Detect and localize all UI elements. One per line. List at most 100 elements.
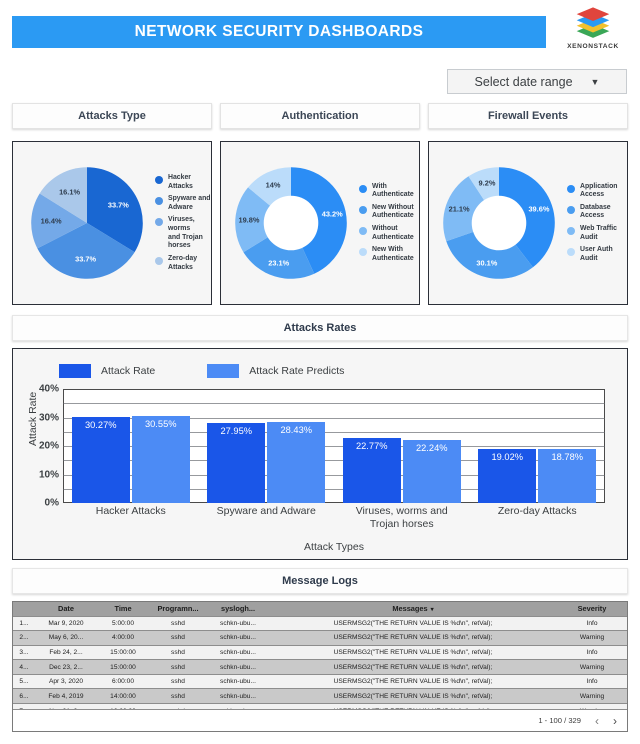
bar[interactable]: 22.77%: [342, 438, 401, 503]
authentication-chart-card: 43.2% 23.1% 19.8% 14% With Authenticate New …: [220, 141, 420, 305]
attacks-rates-section-title: Attacks Rates: [12, 315, 628, 341]
table-cell-sev: Info: [557, 673, 627, 689]
bar-legend-label: Attack Rate: [101, 365, 156, 377]
column-header-index[interactable]: [13, 602, 35, 616]
bar[interactable]: 18.78%: [538, 449, 597, 503]
bar[interactable]: 22.24%: [402, 439, 461, 503]
table-cell-host: schkn-ubu...: [207, 659, 269, 675]
table-cell-host: schkn-ubu...: [207, 630, 269, 646]
bar-value-label: 19.02%: [491, 451, 524, 462]
legend-item[interactable]: With Authenticate: [359, 183, 419, 200]
bar-legend-item[interactable]: Attack Rate Predicts: [207, 364, 344, 378]
attacks-type-pie: 33.7% 33.7% 16.4% 16.1%: [25, 161, 149, 285]
table-cell-date: Dec 23, 2...: [35, 659, 97, 675]
bar-legend-item[interactable]: Attack Rate: [59, 364, 155, 378]
table-row[interactable]: 6... Feb 4, 2019 14:00:00 sshd schkn-ubu... U…: [13, 688, 627, 704]
legend-item[interactable]: Web Traffic Audit: [567, 225, 627, 242]
bar-legend-swatch: [207, 364, 240, 378]
pie-slice-label: 14%: [265, 180, 281, 190]
bars-container: 30.27% 30.55% 27.95% 28.43% 22.77% 22.24% 19.0…: [63, 389, 605, 503]
legend-item[interactable]: User Auth Audit: [567, 246, 627, 263]
bar-group: 30.27% 30.55%: [63, 389, 199, 503]
table-cell-msg: USERMSG2("THE RETURN VALUE IS %d\n", ret…: [269, 688, 557, 704]
bar-value-label: 30.55%: [144, 418, 177, 429]
bar-value-label: 18.78%: [551, 452, 584, 463]
column-header-severity[interactable]: Severity: [557, 602, 627, 616]
table-row[interactable]: 2... May 6, 20... 4:00:00 sshd schkn-ubu... U…: [13, 630, 627, 646]
table-row[interactable]: 3... Feb 24, 2... 15:00:00 sshd schkn-ubu...…: [13, 644, 627, 660]
legend-label: Hacker Attacks: [168, 173, 193, 190]
column-header-date[interactable]: Date: [35, 602, 97, 616]
bar-chart-plot: 0% 10% 20% 30% 40% 30.27% 30.55% 27.95% 28.43% 2…: [39, 384, 605, 509]
table-cell-host: schkn-ubu...: [207, 673, 269, 689]
legend-item[interactable]: Spyware and Adware: [155, 195, 211, 212]
bar[interactable]: 30.55%: [131, 415, 190, 503]
table-cell-host: schkn-ubu...: [207, 615, 269, 631]
dashboard-page: NETWORK SECURITY DASHBOARDS XENONSTACK S…: [0, 0, 640, 744]
y-axis-tick-label: 20%: [38, 440, 59, 452]
legend-item[interactable]: Database Access: [567, 204, 627, 221]
bar-chart-y-axis-title: Attack Rate: [27, 391, 39, 446]
bar[interactable]: 19.02%: [478, 448, 537, 503]
table-cell-time: 5:00:00: [97, 615, 149, 631]
table-row[interactable]: 1... Mar 9, 2020 5:00:00 sshd schkn-ubu... US…: [13, 615, 627, 631]
page-title: NETWORK SECURITY DASHBOARDS: [134, 23, 424, 40]
attacks-type-legend: Hacker Attacks Spyware and Adware Viruses,…: [155, 174, 211, 272]
y-axis-tick-label: 40%: [38, 383, 59, 395]
pie-slice-label: 43.2%: [321, 209, 343, 219]
tab-firewall-events[interactable]: Firewall Events: [428, 103, 628, 129]
bar-value-label: 22.77%: [355, 441, 388, 452]
tab-attacks-type[interactable]: Attacks Type: [12, 103, 212, 129]
table-cell-sev: Info: [557, 615, 627, 631]
bar[interactable]: 28.43%: [267, 421, 326, 503]
legend-item[interactable]: Hacker Attacks: [155, 174, 211, 191]
brand-name: XENONSTACK: [567, 43, 619, 50]
pie-slice-label: 16.4%: [40, 216, 62, 226]
column-header-messages[interactable]: Messages ▾: [269, 602, 557, 616]
pie-slice-label: 9.2%: [478, 178, 496, 188]
table-body: 1... Mar 9, 2020 5:00:00 sshd schkn-ubu... US…: [13, 615, 627, 719]
chevron-down-icon: ▼: [590, 76, 600, 87]
tab-authentication[interactable]: Authentication: [220, 103, 420, 129]
legend-item[interactable]: Without Authenticate: [359, 225, 419, 242]
x-axis-label: Spyware and Adware: [216, 505, 316, 517]
pager-range: 1 - 100 / 329: [538, 716, 581, 725]
bar[interactable]: 27.95%: [207, 423, 266, 503]
legend-item[interactable]: New Without Authenticate: [359, 204, 419, 221]
next-page-button[interactable]: ›: [613, 715, 617, 727]
title-bar: NETWORK SECURITY DASHBOARDS: [12, 16, 546, 48]
message-logs-table: Date Time Programn... syslogh... Message…: [13, 602, 627, 719]
table-row[interactable]: 4... Dec 23, 2... 15:00:00 sshd schkn-ubu...…: [13, 659, 627, 675]
table-cell-date: May 6, 20...: [35, 630, 97, 646]
legend-color-dot: [155, 256, 163, 265]
pie-slice-label: 23.1%: [268, 258, 290, 268]
bar[interactable]: 30.27%: [71, 416, 130, 503]
column-header-time[interactable]: Time: [97, 602, 149, 616]
legend-item[interactable]: New With Authenticate: [359, 246, 419, 263]
column-header-programname[interactable]: Programn...: [149, 602, 207, 616]
table-cell-time: 4:00:00: [97, 630, 149, 646]
x-axis-label: Viruses, worms and Trojan horses: [355, 505, 448, 531]
table-cell-date: Apr 3, 2020: [35, 673, 97, 689]
legend-item[interactable]: Zero-day Attacks: [155, 255, 211, 272]
table-cell-host: schkn-ubu...: [207, 644, 269, 660]
table-cell-prog: sshd: [149, 673, 207, 689]
table-cell-idx: 6...: [13, 688, 35, 704]
authentication-legend: With Authenticate New Without Authenticat…: [359, 183, 419, 264]
table-row[interactable]: 5... Apr 3, 2020 6:00:00 sshd schkn-ubu... US…: [13, 673, 627, 689]
table-cell-msg: USERMSG2("THE RETURN VALUE IS %d\n", ret…: [269, 644, 557, 660]
table-cell-date: Feb 4, 2019: [35, 688, 97, 704]
y-axis-tick-label: 10%: [38, 469, 59, 480]
date-range-select[interactable]: Select date range ▼: [447, 69, 627, 94]
previous-page-button[interactable]: ‹: [595, 715, 599, 727]
column-header-messages-label: Messages: [392, 604, 428, 614]
table-cell-sev: Warning: [557, 630, 627, 646]
firewall-events-legend: Application Access Database Access Web Tra…: [567, 183, 627, 264]
legend-item[interactable]: Application Access: [567, 183, 627, 200]
legend-label: Database Access: [580, 203, 611, 220]
legend-label: New With Authenticate: [372, 246, 414, 262]
column-header-sysloghost[interactable]: syslogh...: [207, 602, 269, 616]
table-cell-host: schkn-ubu...: [207, 688, 269, 704]
legend-item[interactable]: Viruses, worms and Trojan horses: [155, 216, 211, 251]
table-header-row: Date Time Programn... syslogh... Message…: [13, 602, 627, 616]
